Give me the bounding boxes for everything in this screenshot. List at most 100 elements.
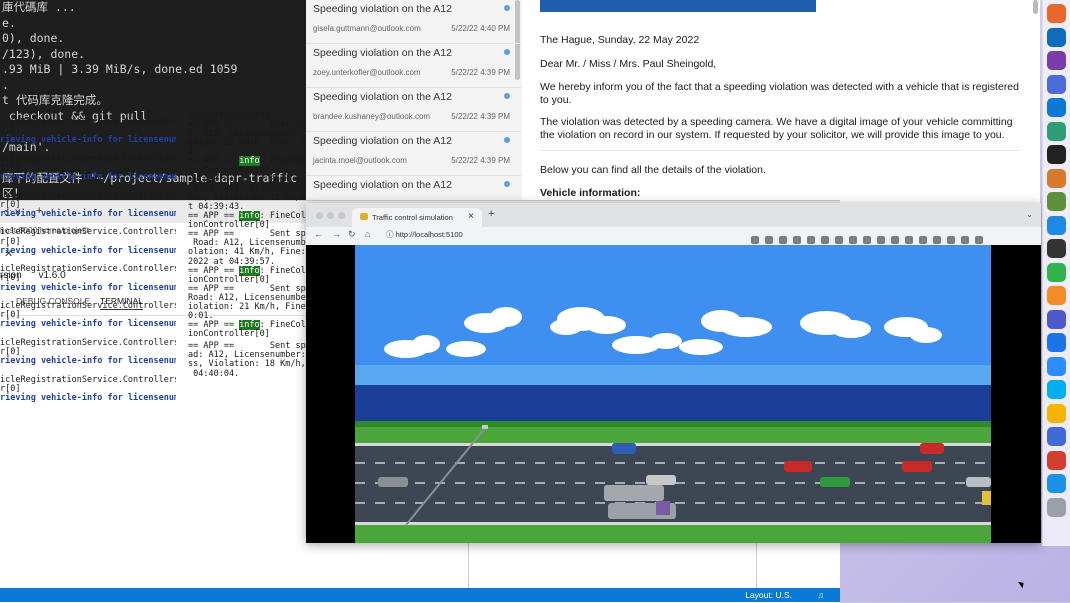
home-icon[interactable]: ⌂ [365,229,370,239]
edge-icon[interactable] [1047,121,1066,141]
bell-icon[interactable]: ♫ [818,590,824,600]
log-line: icleRegistrationService.Controllers.V [0,228,176,237]
window-close-button[interactable] [316,212,323,219]
log-line: rieving vehicle-info for licensenumbe [0,357,176,366]
vscode-icon[interactable] [1047,98,1066,117]
chatgpt-icon[interactable] [1047,239,1066,258]
extension-icon[interactable] [877,236,885,244]
extension-icon[interactable] [891,236,899,244]
zoom-icon[interactable] [1047,356,1066,376]
extension-icon[interactable] [849,236,857,244]
preview-icon[interactable] [1047,192,1066,211]
mail-icon[interactable] [1047,450,1066,470]
grass-shadow [355,421,991,427]
tanker-truck [604,485,664,501]
window-minimize-button[interactable] [327,212,334,219]
onenote-icon[interactable] [1047,51,1066,70]
extension-icon[interactable] [835,236,843,244]
sublime-icon[interactable] [1047,286,1066,305]
extension-icon[interactable] [779,236,787,244]
mail-date: 5/22/22 4:39 PM [451,68,510,77]
mail-list-item[interactable]: Speeding violation on the A12 zoey.unterk… [306,44,522,88]
settings-icon[interactable] [1047,74,1066,94]
mail-list-item[interactable]: Speeding violation on the A12tamiko.dewa… [306,176,522,200]
extension-icon[interactable] [863,236,871,244]
browser-window: Traffic control simulation × + ⌄ ← → ↻ ⌂… [306,203,1041,543]
extension-icon[interactable] [961,236,969,244]
log-line: rieving vehicle-info for licensenumbe [0,136,176,145]
docker-icon[interactable] [1047,474,1066,493]
mail-list-item[interactable]: Speeding violation on the A12 jacinta.moe… [306,132,522,176]
terminal-line: . [2,77,9,92]
log-line: rieving vehicle-info for licensenumbe [0,209,176,219]
reading-pane-scrollbar[interactable] [1033,0,1038,14]
mail-list-item[interactable]: Speeding violation on the A12 gisela.gutt… [306,0,522,44]
chrome-icon[interactable] [1047,403,1066,423]
road-edge-bottom [355,522,991,525]
terminal-pane-left[interactable]: icleRegistrationService.Controllers.V r[0… [0,118,176,403]
back-icon[interactable]: ← [314,229,323,239]
vehicle [784,461,812,472]
reload-icon[interactable]: ↻ [348,229,356,240]
todo-icon[interactable] [1047,333,1066,352]
terminal-icon[interactable] [1047,145,1066,164]
letter-banner [540,0,816,12]
skype-icon[interactable] [1047,380,1066,399]
extension-icon[interactable] [905,236,913,244]
extension-icon[interactable] [807,236,815,244]
terminal-split-divider[interactable] [756,543,757,591]
keyboard-layout[interactable]: Layout: U.S. [745,590,792,600]
trash-icon[interactable] [1047,497,1066,517]
wechat-icon[interactable] [1047,262,1066,282]
photos-icon[interactable] [1047,168,1066,188]
new-tab-button[interactable]: + [488,208,494,220]
mail-date: 5/22/22 4:40 PM [451,24,510,33]
appstore-icon[interactable] [1047,215,1066,235]
extension-icon[interactable] [751,236,759,244]
extension-icon[interactable] [933,236,941,244]
sea [355,385,991,421]
browser-tab-title: Traffic control simulation [372,213,453,222]
chevron-down-icon[interactable]: ⌄ [1026,210,1033,219]
firefox-icon[interactable] [1047,4,1066,23]
teams-icon[interactable] [1047,309,1066,329]
extension-icon[interactable] [821,236,829,244]
traffic-simulation-canvas[interactable] [306,245,1041,543]
extension-icon[interactable] [919,236,927,244]
extension-icon[interactable] [947,236,955,244]
extension-icons[interactable] [751,231,1031,244]
vehicle [966,477,991,487]
browser-tab[interactable]: Traffic control simulation × [352,208,482,227]
letter-para-1: We hereby inform you of the fact that a … [540,81,1019,106]
extension-icon[interactable] [765,236,773,244]
forward-icon[interactable]: → [332,229,341,239]
log-line: icleRegistrationService.Controllers.V [0,301,176,311]
terminal-line: .93 MiB | 3.39 MiB/s, done.ed 1059 [2,62,238,76]
mail-list[interactable]: Speeding violation on the A12 gisela.gutt… [306,0,523,200]
speed-camera [482,425,488,429]
info-icon[interactable]: ⓘ [386,230,394,239]
log-text: rieving vehicle-info for licensenumbe [0,282,176,293]
outlook-icon[interactable] [1047,27,1066,47]
extension-icon[interactable] [975,236,983,244]
mail-list-item[interactable]: Speeding violation on the A12 brandee.kus… [306,88,522,132]
close-icon[interactable]: × [468,211,474,222]
terminal-pane-mid[interactable]: ionController[0] == APP == Sent spee d: A1… [188,112,306,339]
dapr-icon[interactable] [1047,427,1066,446]
vehicle [982,491,991,505]
letter-para-2: The violation was detected by a speeding… [540,116,1013,141]
unread-dot-icon [504,93,510,99]
extension-icon[interactable] [793,236,801,244]
log-text: icleRegistrationService.Controllers.V [0,337,176,348]
game-viewport[interactable] [306,245,1041,543]
mail-sender: zoey.unterkofler@outlook.com [313,68,421,77]
log-text: icleRegistrationService.Controllers.V [0,374,176,385]
log-text: rieving vehicle-info for licensenumbe [0,172,176,183]
browser-toolbar: ← → ↻ ⌂ ⓘ http://localhost:5100 [306,227,1041,246]
window-zoom-button[interactable] [338,212,345,219]
unread-dot-icon [504,137,510,143]
terminal-split-divider[interactable] [468,543,469,591]
address-bar[interactable]: ⓘ http://localhost:5100 [386,229,463,240]
mail-sender: brandee.kushaney@outlook.com [313,112,431,121]
log-text: icleRegistrationService.Controllers.V [0,118,176,127]
